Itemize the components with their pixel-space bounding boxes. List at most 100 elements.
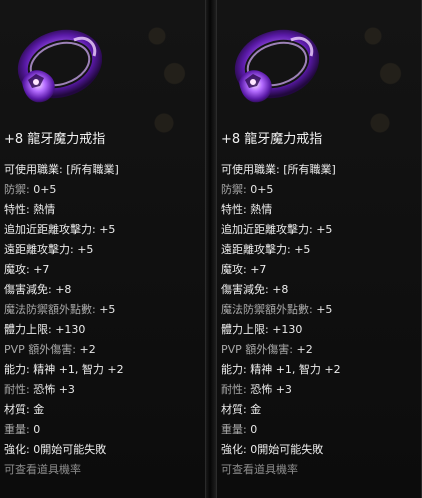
stat-row: 能力: 精神 +1, 智力 +2 <box>4 360 124 380</box>
stat-row: 傷害減免: +8 <box>221 280 341 300</box>
stat-row: 耐性: 恐怖 +3 <box>4 380 124 400</box>
item-tooltip-right: +8 龍牙魔力戒指 可使用職業: [所有職業] 防禦: 0+5 特性: 熱情 追加近距… <box>216 0 422 498</box>
stat-label: PVP 額外傷害: <box>4 343 76 356</box>
stat-row: 特性: 熱情 <box>4 200 124 220</box>
stat-label: 能力: <box>4 363 30 376</box>
stat-row: 追加近距離攻擊力: +5 <box>4 220 124 240</box>
stat-value: +5 <box>294 243 311 256</box>
stat-row: 體力上限: +130 <box>4 320 124 340</box>
stat-row: 耐性: 恐怖 +3 <box>221 380 341 400</box>
stat-value: +8 <box>55 283 72 296</box>
stat-label: 可使用職業: <box>221 163 280 176</box>
stat-value: +8 <box>272 283 289 296</box>
stat-label: 傷害減免: <box>221 283 269 296</box>
stat-label: 材質: <box>4 403 30 416</box>
stat-row: 強化: 0開始可能失敗 <box>4 440 124 460</box>
stat-row: 重量: 0 <box>4 420 124 440</box>
item-name: +8 龍牙魔力戒指 <box>4 132 106 147</box>
stat-label: 耐性: <box>221 383 247 396</box>
stat-label: 耐性: <box>4 383 30 396</box>
stat-value: 0開始可能失敗 <box>33 443 107 456</box>
background-inventory-shadow <box>129 6 199 156</box>
stat-value: 精神 +1, 智力 +2 <box>33 363 124 376</box>
stat-value: +5 <box>99 303 116 316</box>
stat-row: PVP 額外傷害: +2 <box>4 340 124 360</box>
stat-value: 0開始可能失敗 <box>250 443 324 456</box>
stat-value: +5 <box>316 303 333 316</box>
stat-label: 重量: <box>221 423 247 436</box>
stat-label: 特性: <box>221 203 247 216</box>
stat-row: 可查看道具機率 <box>4 460 124 480</box>
background-inventory-shadow <box>345 6 415 156</box>
item-name: +8 龍牙魔力戒指 <box>221 132 323 147</box>
stat-label: 能力: <box>221 363 247 376</box>
stat-value: 恐怖 +3 <box>250 383 292 396</box>
stat-label: 傷害減免: <box>4 283 52 296</box>
stat-value: 金 <box>250 403 262 416</box>
stat-value: +2 <box>79 343 96 356</box>
stat-value: 0 <box>33 423 41 436</box>
stat-label: 強化: <box>221 443 247 456</box>
stat-row: PVP 額外傷害: +2 <box>221 340 341 360</box>
stat-value: +5 <box>99 223 116 236</box>
item-tooltip-left: +8 龍牙魔力戒指 可使用職業: [所有職業] 防禦: 0+5 特性: 熱情 追加近距… <box>0 0 206 498</box>
stat-row: 魔法防禦額外點數: +5 <box>221 300 341 320</box>
stat-row: 遠距離攻擊力: +5 <box>221 240 341 260</box>
stat-row: 材質: 金 <box>221 400 341 420</box>
stat-row: 遠距離攻擊力: +5 <box>4 240 124 260</box>
stat-value: 熱情 <box>33 203 56 216</box>
stat-value: 熱情 <box>250 203 273 216</box>
stat-label: 魔攻: <box>4 263 30 276</box>
stat-label: 追加近距離攻擊力: <box>221 223 313 236</box>
item-stats-list: 可使用職業: [所有職業] 防禦: 0+5 特性: 熱情 追加近距離攻擊力: +5 遠距… <box>221 160 341 480</box>
stat-value: 恐怖 +3 <box>33 383 75 396</box>
stat-row: 追加近距離攻擊力: +5 <box>221 220 341 240</box>
stat-label: 可使用職業: <box>4 163 63 176</box>
stat-row: 材質: 金 <box>4 400 124 420</box>
stat-row: 可查看道具機率 <box>221 460 341 480</box>
stat-label: 追加近距離攻擊力: <box>4 223 96 236</box>
stat-row: 可使用職業: [所有職業] <box>221 160 341 180</box>
stat-value: +7 <box>250 263 267 276</box>
stat-label: 魔法防禦額外點數: <box>221 303 313 316</box>
stat-value: +5 <box>77 243 94 256</box>
stat-row: 魔攻: +7 <box>4 260 124 280</box>
stat-value: +130 <box>272 323 303 336</box>
stat-row: 魔法防禦額外點數: +5 <box>4 300 124 320</box>
stat-label: 遠距離攻擊力: <box>221 243 291 256</box>
stat-row: 可使用職業: [所有職業] <box>4 160 124 180</box>
stat-row: 魔攻: +7 <box>221 260 341 280</box>
stat-label: 魔法防禦額外點數: <box>4 303 96 316</box>
purple-dragon-ring-icon <box>17 29 102 103</box>
stat-label: 體力上限: <box>221 323 269 336</box>
stat-label: 防禦: <box>4 183 30 196</box>
stat-label: 材質: <box>221 403 247 416</box>
stat-row: 強化: 0開始可能失敗 <box>221 440 341 460</box>
stat-row: 防禦: 0+5 <box>4 180 124 200</box>
stat-row: 能力: 精神 +1, 智力 +2 <box>221 360 341 380</box>
purple-dragon-ring-icon <box>234 29 319 103</box>
stat-label: 可查看道具機率 <box>221 463 298 476</box>
item-stats-list: 可使用職業: [所有職業] 防禦: 0+5 特性: 熱情 追加近距離攻擊力: +5 遠距… <box>4 160 124 480</box>
stat-value: [所有職業] <box>66 163 119 176</box>
stat-value: 0+5 <box>250 183 274 196</box>
stat-value: [所有職業] <box>283 163 336 176</box>
stat-value: 0 <box>250 423 258 436</box>
panel-divider <box>206 0 216 498</box>
stat-value: +130 <box>55 323 86 336</box>
stat-label: 防禦: <box>221 183 247 196</box>
stat-value: 精神 +1, 智力 +2 <box>250 363 341 376</box>
stat-label: 強化: <box>4 443 30 456</box>
stat-value: +7 <box>33 263 50 276</box>
stat-label: 特性: <box>4 203 30 216</box>
stat-row: 體力上限: +130 <box>221 320 341 340</box>
stat-row: 重量: 0 <box>221 420 341 440</box>
stat-row: 傷害減免: +8 <box>4 280 124 300</box>
stat-label: 重量: <box>4 423 30 436</box>
stat-value: 金 <box>33 403 45 416</box>
stat-value: +5 <box>316 223 333 236</box>
stat-row: 防禦: 0+5 <box>221 180 341 200</box>
stat-label: 遠距離攻擊力: <box>4 243 74 256</box>
stat-label: 魔攻: <box>221 263 247 276</box>
stat-label: PVP 額外傷害: <box>221 343 293 356</box>
